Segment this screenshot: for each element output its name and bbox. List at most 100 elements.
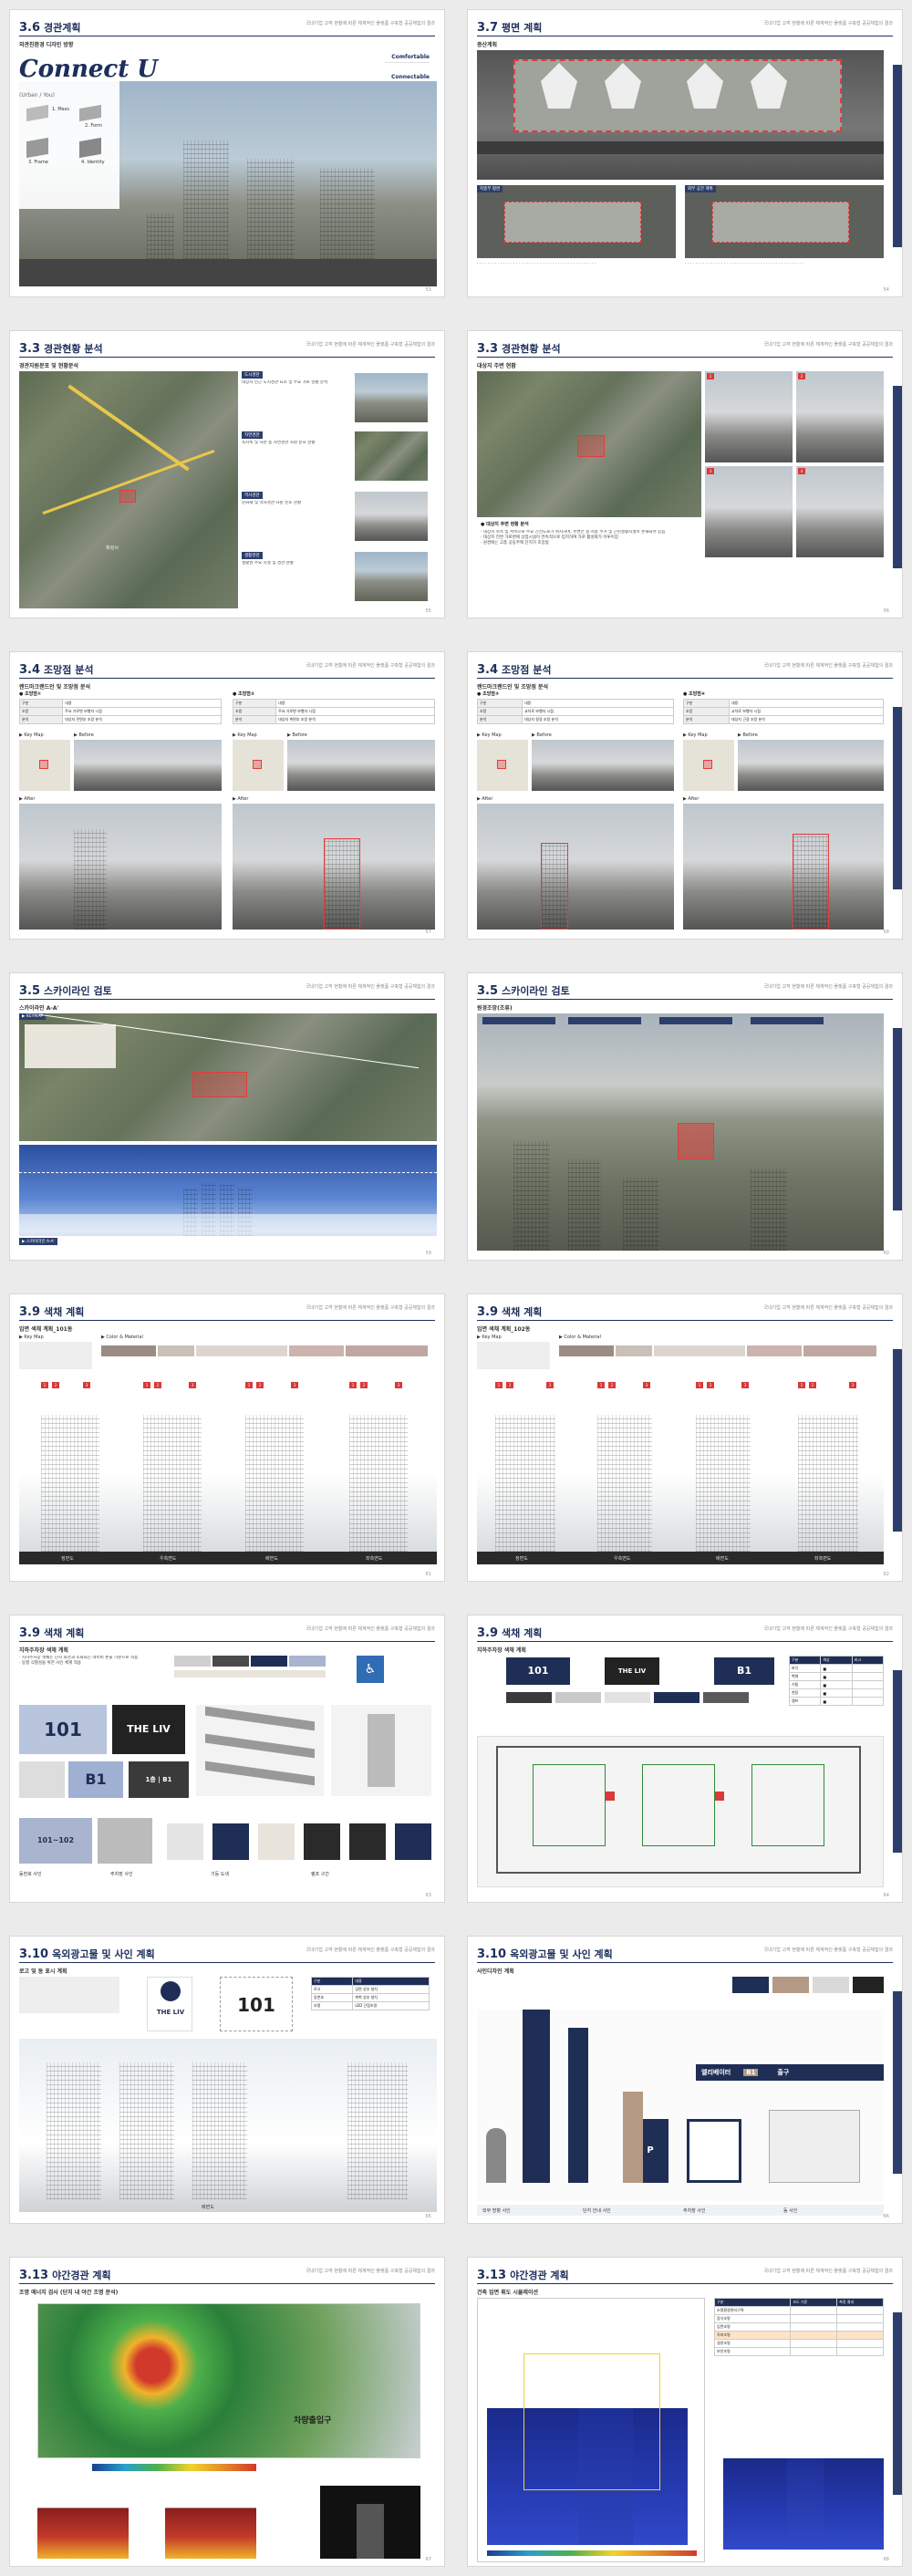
sign-elevation: 배면도 (19, 2039, 437, 2212)
color-keymap (477, 1342, 550, 1369)
page-number: 55 (425, 608, 431, 614)
project-header: 국내기업 고객 현황에 따른 체계적인 플랫폼 구축형 공공체험의 결과 (763, 1305, 893, 1311)
project-header: 국내기업 고객 현황에 따른 체계적인 플랫폼 구축형 공공체험의 결과 (306, 663, 435, 669)
page-number: 67 (425, 2557, 431, 2562)
keymap-1 (19, 740, 70, 791)
project-header: 국내기업 고객 현황에 따른 체계적인 플랫폼 구축형 공공체험의 결과 (306, 21, 435, 26)
page-number: 56 (883, 608, 889, 614)
keymap-4 (683, 740, 734, 791)
page-3-9-a: 3.9 색채 계획 국내기업 고객 현황에 따른 체계적인 플랫폼 구축형 공공체험… (9, 1293, 445, 1582)
project-header: 국내기업 고객 현황에 따른 체계적인 플랫폼 구축형 공공체험의 결과 (306, 1305, 435, 1311)
section-number: 3.9 (477, 1626, 499, 1640)
project-header: 국내기업 고객 현황에 따른 체계적인 플랫폼 구축형 공공체험의 결과 (306, 1948, 435, 1953)
viewpoint-1: ● 조망점① 구분 내용 조망 주요 가로변 보행자 시점 분석 대상지 전면부 조망 분… (19, 691, 222, 724)
viewpoint-2: ● 조망점② 구분 내용 조망 주요 가로변 보행자 시점 분석 대상지 측면부 조망 분… (233, 691, 435, 724)
section-number: 3.7 (477, 21, 499, 35)
section-number: 3.3 (477, 342, 499, 356)
brand-sign: THE LIV (112, 1705, 185, 1754)
subsection-title: 입면 색채 계획_102동 (477, 1326, 531, 1333)
luminance-simulation (477, 2298, 705, 2562)
level-sign: 1층 | B1 (129, 1761, 189, 1798)
plan-panel-1: 저층부 평면 (477, 185, 676, 258)
section-number: 3.13 (477, 2269, 507, 2282)
column-detail (331, 1705, 431, 1796)
sidebar-strip (893, 65, 902, 247)
viewpoint-3: ● 조망점③ 구분 내용 조망 교차로 보행자 시점 분석 대상지 원경 조망 분석 (477, 691, 674, 724)
page-3-10-a: 3.10 옥외광고물 및 사인 계획 국내기업 고객 현황에 따른 체계적인 플랫폼… (9, 1936, 445, 2224)
subsection-title: 조명 에너지 검사 (단지 내 야간 조명 분석) (19, 2290, 119, 2296)
section-number: 3.9 (19, 1626, 41, 1640)
section-number: 3.5 (477, 984, 499, 998)
section-number: 3.9 (19, 1305, 41, 1319)
luminance-table: 구분 조도 기준 측정 결과 조명환경관리구역 장식조명 입면조명 옥외조명 경관조… (713, 2298, 884, 2356)
color-keymap (19, 1342, 92, 1369)
project-header: 국내기업 고객 현황에 따른 체계적인 플랫폼 구축형 공공체험의 결과 (763, 1626, 893, 1632)
section-title: 옥외광고물 및 사인 계획 (52, 1948, 155, 1960)
page-3-7: 3.7 평면 계획 국내기업 고객 현황에 따른 체계적인 플랫폼 구축형 공공체험… (467, 9, 903, 297)
keymap-2 (233, 740, 284, 791)
project-header: 국내기업 고객 현황에 따른 체계적인 플랫폼 구축형 공공체험의 결과 (763, 21, 893, 26)
subsection-title: 건축 입면 휘도 시뮬레이션 (477, 2290, 538, 2296)
page-number: 62 (883, 1572, 889, 1577)
section-title: 경관계획 (44, 22, 81, 34)
subsection-title: 입면 색채 계획_101동 (19, 1326, 73, 1333)
render-2 (165, 2486, 256, 2559)
page-3-3-a: 3.3 경관현황 분석 국내기업 고객 현황에 따른 체계적인 플랫폼 구축형 공공… (9, 330, 445, 618)
subsection-title: 스카이라인 A-A' (19, 1005, 59, 1012)
section-title: 색채 계획 (502, 1627, 543, 1639)
after-photo-1 (19, 804, 222, 930)
after-photo-3 (477, 804, 674, 930)
viewpoint-4: ● 조망점④ 구분 내용 조망 교차로 보행자 시점 분석 대상지 근경 조망 분석 (683, 691, 884, 724)
resource-map: 화성시 (19, 371, 238, 608)
after-photo-2 (233, 804, 435, 930)
section-title: 옥외광고물 및 사인 계획 (510, 1948, 613, 1960)
color-table: 구분 색상 비고 바닥 ■ 벽체 ■ 기둥 ■ 천장 ■ 램프 ■ (788, 1656, 885, 1706)
page-number: 53 (425, 287, 431, 293)
project-header: 국내기업 고객 현황에 따른 체계적인 플랫폼 구축형 공공체험의 결과 (763, 342, 893, 348)
section-number: 3.4 (19, 663, 41, 677)
elevator-sign: 엘리베이터 B1 출구 (696, 2064, 884, 2081)
section-number: 3.10 (477, 1948, 507, 1961)
parking-floor-plan (477, 1736, 884, 1887)
section-number: 3.5 (19, 984, 41, 998)
page-number: 54 (883, 287, 889, 293)
ramp-section (196, 1705, 324, 1796)
sign-design: P 엘리베이터 B1 출구 (477, 2010, 884, 2201)
section-title: 경관현황 분석 (502, 343, 561, 355)
elevation-row: 123 123 123 123 (19, 1378, 437, 1552)
page-3-13-a: 3.13 야간경관 계획 국내기업 고객 현황에 따른 체계적인 플랫폼 구축형 공… (9, 2257, 445, 2567)
render-3 (320, 2486, 420, 2559)
before-photo-2 (287, 740, 435, 791)
floor-sign: B1 (68, 1761, 123, 1798)
site-plan-image (477, 50, 884, 180)
subsection-title: 증산계획 (477, 42, 498, 48)
section-title: 경관현황 분석 (44, 343, 103, 355)
page-number: 58 (883, 930, 889, 935)
sign-keymap (19, 1977, 119, 2013)
subsection-title: 외관친환경 디자인 방향 (19, 42, 74, 48)
section-title: 색채 계획 (44, 1306, 85, 1318)
bird-eye-view (477, 1013, 884, 1251)
subsection-title: 원경조망(조류) (477, 1005, 513, 1012)
page-number: 63 (425, 1893, 431, 1898)
project-header: 국내기업 고객 현황에 따른 체계적인 플랫폼 구축형 공공체험의 결과 (306, 342, 435, 348)
analysis-caption: ● 대상지 주변 현황 분석 (481, 522, 529, 527)
section-title: 야간경관 계획 (510, 2270, 569, 2281)
page-number: 60 (883, 1251, 889, 1256)
section-title: 색채 계획 (502, 1306, 543, 1318)
page-3-10-b: 3.10 옥외광고물 및 사인 계획 국내기업 고객 현황에 따른 체계적인 플랫폼… (467, 1936, 903, 2224)
photo-4: 4 (796, 466, 884, 557)
before-photo-3 (532, 740, 674, 791)
luminance-render (723, 2458, 884, 2550)
page-3-5-b: 3.5 스카이라인 검토 국내기업 고객 현황에 따른 체계적인 플랫폼 구축형 공… (467, 972, 903, 1261)
dong-number-sign: 101 (220, 1977, 293, 2031)
dong-range-sign: 101~102 (19, 1818, 92, 1864)
section-number: 3.3 (19, 342, 41, 356)
brand-logo: THE LIV (147, 1977, 192, 2031)
project-header: 국내기업 고객 현황에 따른 체계적인 플랫폼 구축형 공공체험의 결과 (306, 984, 435, 990)
skyline-section: ▶ 스카이라인 A-A' (19, 1145, 437, 1252)
elevation-labels: 정면도 우측면도 배면도 좌측면도 (19, 1552, 437, 1564)
subsection-title: 대상지 주변 현황 (477, 363, 516, 369)
subsection-title: 랜드마크랜드인 및 조망점 분석 (19, 684, 91, 691)
page-3-9-d: 3.9 색채 계획 국내기업 고객 현황에 따른 체계적인 플랫폼 구축형 공공체험… (467, 1615, 903, 1903)
